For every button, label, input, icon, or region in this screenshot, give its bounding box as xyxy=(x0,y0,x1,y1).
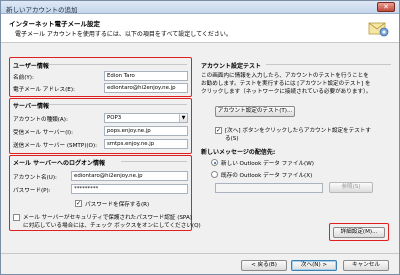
more-settings-button[interactable]: 詳細設定(M)... xyxy=(333,227,385,238)
existing-data-file-label: 既存の Outlook データ ファイル(X) xyxy=(221,173,313,179)
test-on-next-label-line2: る(S) xyxy=(225,136,239,142)
test-heading: アカウント設定テスト xyxy=(201,63,262,70)
email-label: 電子メール アドレス(E): xyxy=(13,87,75,93)
divider xyxy=(266,64,391,65)
mail-settings-icon xyxy=(368,22,389,37)
account-name-input[interactable]: ediontaro@hi2enjoy.ne.jp xyxy=(71,171,188,181)
divider xyxy=(49,64,187,65)
close-button[interactable]: ✕ xyxy=(377,2,395,12)
name-input[interactable]: Edion Taro xyxy=(104,71,188,81)
back-button[interactable]: < 戻る(B) xyxy=(241,260,287,271)
browse-button[interactable]: 参照(S) xyxy=(329,182,373,193)
account-type-value: POP3 xyxy=(107,115,122,121)
name-label: 名前(Y): xyxy=(13,75,34,81)
outgoing-server-input[interactable]: smtps.enjoy.ne.jp xyxy=(104,139,188,149)
cancel-button[interactable]: キャンセル xyxy=(343,260,389,271)
outgoing-server-label: 送信メール サーバー (SMTP)(O): xyxy=(13,143,98,149)
password-input[interactable]: ********* xyxy=(71,184,188,194)
user-info-heading: ユーザー情報 xyxy=(13,63,49,70)
divider xyxy=(49,104,187,105)
remember-password-label: パスワードを保存する(R) xyxy=(85,202,150,208)
email-input[interactable]: ediontaro@hi2enjoy.ne.jp xyxy=(104,83,188,93)
chevron-down-icon[interactable]: ▼ xyxy=(179,114,187,122)
incoming-server-label: 受信メール サーバー(I): xyxy=(13,130,73,136)
remember-password-checkbox[interactable]: ✓ xyxy=(75,200,82,207)
dialog-header: インターネット電子メール設定 電子メール アカウントを使用するには、以下の項目を… xyxy=(1,14,399,43)
window-title: 新しいアカウントの追加 xyxy=(6,6,78,14)
page-subtitle: 電子メール アカウントを使用するには、以下の項目をすべて設定してください。 xyxy=(15,31,232,38)
test-on-next-checkbox[interactable]: ✓ xyxy=(215,127,222,134)
spa-checkbox[interactable] xyxy=(13,214,20,221)
next-button[interactable]: 次へ(N) > xyxy=(291,260,337,271)
existing-data-file-radio[interactable] xyxy=(211,171,218,178)
logon-info-heading: メール サーバーへのログオン情報 xyxy=(13,160,106,167)
delivery-heading: 新しいメッセージの配信先: xyxy=(201,149,276,156)
spa-label-line1: メール サーバーがセキュリティで保護されたパスワード認証 (SPA) xyxy=(23,215,192,221)
divider xyxy=(121,161,187,162)
dialog-window: 新しいアカウントの追加 ✕ インターネット電子メール設定 電子メール アカウント… xyxy=(0,0,400,275)
test-description-line1: この画面内に情報を入力したら、アカウントのテストを行うことを xyxy=(201,73,369,79)
password-label: パスワード(P): xyxy=(13,188,51,194)
test-description-line2: お勧めします。テストを実行するには [アカウント設定のテスト] を xyxy=(201,81,371,87)
server-info-heading: サーバー情報 xyxy=(13,103,49,110)
spa-label-line2: に対応している場合には、チェック ボックスをオンにしてください(Q) xyxy=(23,223,201,229)
page-title: インターネット電子メール設定 xyxy=(9,20,100,28)
test-account-button[interactable]: アカウント設定のテスト(T)... xyxy=(215,106,295,117)
new-data-file-label: 新しい Outlook データ ファイル(W) xyxy=(221,161,314,167)
account-type-label: アカウントの種類(A): xyxy=(13,117,68,123)
test-on-next-label-line1: [次へ] ボタンをクリックしたらアカウント設定をテストす xyxy=(225,128,371,134)
incoming-server-input[interactable]: pops.enjoy.ne.jp xyxy=(104,126,188,136)
data-file-path-input[interactable] xyxy=(215,183,323,193)
account-name-label: アカウント名(U): xyxy=(13,175,57,181)
footer-divider xyxy=(1,253,399,254)
test-description-line3: クリックします（ネットワークに接続されている必要があります）。 xyxy=(201,89,372,95)
title-bar: 新しいアカウントの追加 ✕ xyxy=(1,1,399,14)
account-type-select[interactable]: POP3 ▼ xyxy=(104,113,188,123)
new-data-file-radio[interactable] xyxy=(211,159,218,166)
